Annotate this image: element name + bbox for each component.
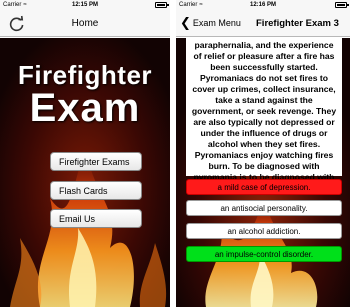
home-screen: Carrier ≈ 12:15 PM Home Firefighter Exam… xyxy=(0,0,170,307)
flash-cards-button[interactable]: Flash Cards xyxy=(50,181,142,200)
status-bar: Carrier ≈ 12:16 PM xyxy=(176,0,350,10)
firefighter-exams-button[interactable]: Firefighter Exams xyxy=(50,152,142,171)
chevron-left-icon: ❮ xyxy=(180,15,191,30)
carrier-label: Carrier xyxy=(3,2,22,8)
refresh-icon[interactable] xyxy=(8,15,26,33)
wifi-icon: ≈ xyxy=(23,2,27,8)
answer-button[interactable]: an antisocial personality. xyxy=(186,200,342,216)
answer-button[interactable]: a mild case of depression. xyxy=(186,179,342,195)
carrier-label: Carrier xyxy=(179,2,198,8)
question-text: paraphernalia, and the experience of rel… xyxy=(186,38,342,182)
answer-button[interactable]: an alcohol addiction. xyxy=(186,223,342,239)
answer-button[interactable]: an impulse-control disorder. xyxy=(186,246,342,262)
back-button[interactable]: ❮ Exam Menu xyxy=(180,16,241,29)
exam-background: paraphernalia, and the experience of rel… xyxy=(176,38,350,307)
battery-icon xyxy=(335,2,349,8)
nav-bar: ❮ Exam Menu Firefighter Exam 3 xyxy=(176,10,350,37)
logo-line-2: Exam xyxy=(29,86,141,130)
page-title: Firefighter Exam 3 xyxy=(256,17,339,29)
wifi-icon: ≈ xyxy=(199,2,203,8)
nav-bar: Home xyxy=(0,10,170,37)
exam-screen: Carrier ≈ 12:16 PM ❮ Exam Menu Firefight… xyxy=(176,0,350,307)
home-background: Firefighter Exam Firefighter Exams Flash… xyxy=(0,38,170,307)
battery-icon xyxy=(155,2,169,8)
back-label: Exam Menu xyxy=(192,17,241,28)
status-bar: Carrier ≈ 12:15 PM xyxy=(0,0,170,10)
page-title: Home xyxy=(71,17,99,29)
email-us-button[interactable]: Email Us xyxy=(50,209,142,228)
